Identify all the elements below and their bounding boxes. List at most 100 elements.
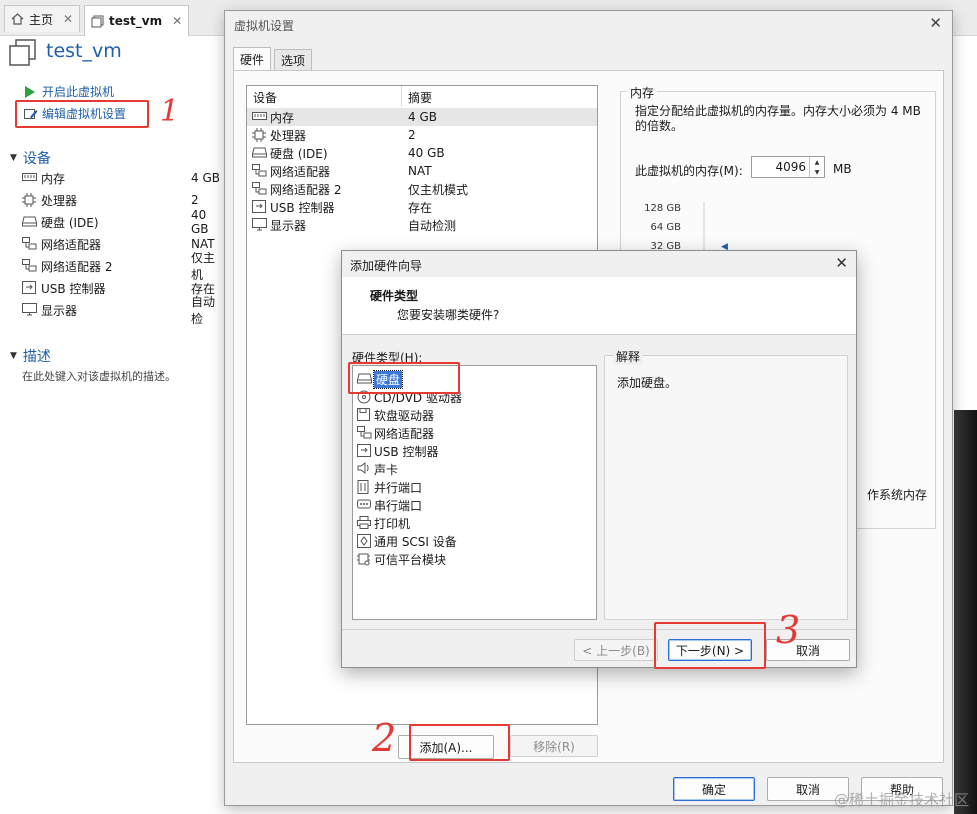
- settings-device-name: 处理器: [270, 128, 307, 143]
- annotation-box-edit-settings: [15, 100, 149, 128]
- settings-device-name: 硬盘 (IDE): [270, 146, 328, 161]
- hardware-type-item[interactable]: 网络适配器: [357, 424, 434, 442]
- settings-device-summary: 仅主机模式: [408, 182, 469, 197]
- device-row[interactable]: 显示器 自动检: [22, 295, 222, 326]
- hardware-type-item[interactable]: 串行端口: [357, 496, 422, 514]
- hardware-type-item[interactable]: USB 控制器: [357, 442, 438, 460]
- tab-hardware[interactable]: 硬件: [233, 47, 272, 71]
- device-value: 自动检: [191, 295, 216, 326]
- power-on-link[interactable]: 开启此虚拟机: [24, 83, 114, 100]
- settings-device-summary: 自动检测: [408, 218, 457, 233]
- settings-device-summary: 4 GB: [408, 110, 437, 124]
- ok-button[interactable]: 确定: [673, 777, 755, 801]
- close-icon[interactable]: ✕: [63, 12, 73, 26]
- collapse-triangle-icon: ▼: [10, 351, 17, 361]
- hardware-type-item[interactable]: 声卡: [357, 460, 398, 478]
- spin-up-icon[interactable]: ▲: [809, 157, 824, 167]
- tab-options[interactable]: 选项: [274, 49, 313, 71]
- background-edge: [954, 410, 977, 814]
- explanation-text: 添加硬盘。: [617, 376, 678, 390]
- hardware-type-item[interactable]: 打印机: [357, 514, 410, 532]
- sound-icon: [357, 462, 372, 476]
- settings-device-row[interactable]: 网络适配器 2 仅主机模式: [247, 180, 597, 198]
- tpm-icon: [357, 552, 372, 566]
- hardware-type-item[interactable]: 通用 SCSI 设备: [357, 532, 457, 550]
- device-value: 2: [191, 193, 199, 207]
- annotation-box-add: [409, 724, 510, 761]
- watermark: @稀土掘金技术社区: [833, 791, 969, 809]
- device-name: 处理器: [41, 193, 78, 208]
- wizard-subheading: 您要安装哪类硬件?: [397, 308, 500, 322]
- device-column-header[interactable]: 设备: [253, 89, 277, 106]
- remove-hardware-button[interactable]: 移除(R): [510, 735, 598, 757]
- hardware-type-list[interactable]: 硬盘 CD/DVD 驱动器 软盘驱动器 网络适配器 USB 控制器 声卡 并行端口 串行端口打…: [352, 365, 597, 620]
- vm-icon: [91, 15, 104, 27]
- memory-side-text: 作系统内存: [867, 488, 928, 502]
- device-row[interactable]: 网络适配器 2 仅主机: [22, 251, 222, 282]
- description-section-header[interactable]: ▼ 描述: [10, 346, 51, 366]
- harddisk-icon: [252, 146, 268, 160]
- device-row[interactable]: 硬盘 (IDE) 40 GB: [22, 208, 222, 236]
- serial-port-icon: [357, 498, 372, 512]
- tab-home[interactable]: 主页 ✕: [4, 5, 81, 32]
- memory-value: 4096: [775, 160, 806, 174]
- memory-spinbox[interactable]: 4096 ▲ ▼: [751, 156, 825, 178]
- settings-device-row[interactable]: 网络适配器 NAT: [247, 162, 597, 180]
- close-icon[interactable]: ✕: [172, 14, 182, 28]
- monitor-icon: [252, 218, 268, 232]
- hardware-type-item[interactable]: 并行端口: [357, 478, 422, 496]
- explanation-group: 解释 添加硬盘。: [604, 348, 848, 620]
- annotation-step-2: 2: [372, 716, 397, 760]
- device-name: 硬盘 (IDE): [41, 215, 99, 230]
- devices-section-header[interactable]: ▼ 设备: [10, 148, 51, 168]
- hardware-type-item[interactable]: 可信平台模块: [357, 550, 446, 568]
- memory-icon: [22, 171, 38, 185]
- settings-device-summary: 2: [408, 128, 416, 142]
- device-value: 4 GB: [191, 171, 220, 185]
- hardware-type-item[interactable]: 软盘驱动器: [357, 406, 434, 424]
- memory-unit: MB: [833, 162, 852, 176]
- settings-device-row[interactable]: 硬盘 (IDE) 40 GB: [247, 144, 597, 162]
- hardware-type-label-text: 网络适配器: [374, 426, 435, 441]
- harddisk-icon: [22, 215, 38, 229]
- device-row[interactable]: 处理器 2: [22, 190, 222, 210]
- settings-device-name: 内存: [270, 110, 295, 125]
- device-row[interactable]: 内存 4 GB: [22, 168, 222, 188]
- spin-down-icon[interactable]: ▼: [809, 167, 824, 177]
- settings-device-name: 显示器: [270, 218, 307, 233]
- device-value: 40 GB: [191, 208, 209, 236]
- tab-test-vm[interactable]: test_vm ✕: [84, 5, 190, 36]
- hardware-type-label-text: 通用 SCSI 设备: [374, 534, 457, 549]
- memory-tick-label: 128 GB: [644, 203, 681, 214]
- printer-icon: [357, 516, 372, 530]
- hardware-type-label-text: 打印机: [374, 516, 411, 531]
- back-button[interactable]: < 上一步(B): [574, 639, 658, 661]
- memory-group-label: 内存: [627, 84, 658, 101]
- hardware-type-label-text: 软盘驱动器: [374, 408, 435, 423]
- memory-tick-label: 64 GB: [650, 222, 681, 233]
- settings-device-row[interactable]: USB 控制器 存在: [247, 198, 597, 216]
- settings-device-row[interactable]: 显示器 自动检测: [247, 216, 597, 234]
- settings-device-row[interactable]: 内存 4 GB: [247, 108, 597, 126]
- wizard-heading: 硬件类型: [370, 289, 419, 303]
- close-icon[interactable]: ✕: [835, 254, 848, 272]
- description-placeholder[interactable]: 在此处键入对该虚拟机的描述。: [22, 368, 176, 384]
- usb-icon: [357, 444, 372, 458]
- explanation-label: 解释: [613, 348, 644, 365]
- settings-device-summary: 40 GB: [408, 146, 445, 160]
- play-icon: [24, 85, 38, 98]
- settings-dialog-title: 虚拟机设置: [234, 19, 295, 33]
- settings-device-row[interactable]: 处理器 2: [247, 126, 597, 144]
- summary-column-header[interactable]: 摘要: [408, 89, 432, 106]
- monitor-icon: [22, 303, 38, 317]
- tab-home-label: 主页: [29, 12, 54, 27]
- power-on-label: 开启此虚拟机: [42, 85, 115, 99]
- device-list-header: 设备 摘要: [247, 86, 597, 106]
- hardware-type-label-text: 串行端口: [374, 498, 423, 513]
- floppy-icon: [357, 408, 372, 422]
- cpu-icon: [22, 193, 38, 207]
- close-icon[interactable]: ✕: [929, 14, 942, 32]
- home-icon: [11, 13, 24, 25]
- device-name: 网络适配器: [41, 237, 102, 252]
- device-name: 网络适配器 2: [41, 259, 113, 274]
